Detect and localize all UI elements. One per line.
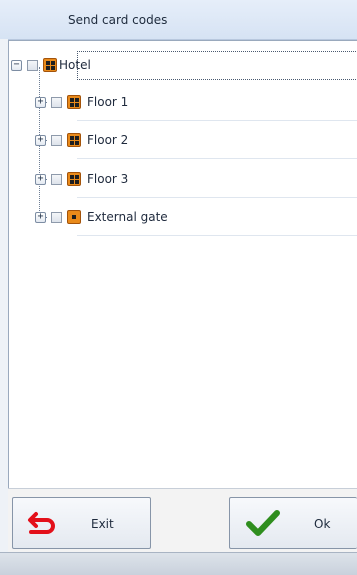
exit-button-label: Exit — [91, 517, 114, 531]
row-divider — [77, 235, 357, 236]
node-checkbox[interactable] — [51, 97, 62, 108]
undo-arrow-icon — [28, 512, 55, 534]
node-checkbox[interactable] — [51, 135, 62, 146]
node-label: Floor 2 — [87, 133, 129, 147]
floor-grid-icon — [43, 58, 57, 72]
ok-button[interactable]: Ok — [229, 497, 357, 549]
collapse-icon[interactable]: − — [11, 60, 22, 71]
exit-button[interactable]: Exit — [12, 497, 151, 549]
floor-grid-icon — [67, 172, 81, 186]
window-left-edge — [0, 39, 8, 552]
gate-square-icon — [67, 210, 81, 224]
button-bar: Exit Ok — [8, 488, 357, 553]
expand-icon[interactable]: + — [35, 97, 46, 108]
node-label: External gate — [87, 210, 168, 224]
tree-node-hotel[interactable]: − Hotel — [9, 47, 357, 84]
tree-node-floor-1[interactable]: + Floor 1 — [9, 84, 357, 121]
node-checkbox[interactable] — [27, 60, 38, 71]
row-divider — [77, 120, 357, 121]
title-bar: Send card codes — [0, 0, 357, 40]
expand-icon[interactable]: + — [35, 135, 46, 146]
node-label: Hotel — [59, 58, 91, 72]
status-bar — [0, 552, 357, 575]
expand-icon[interactable]: + — [35, 174, 46, 185]
node-label: Floor 3 — [87, 172, 129, 186]
expand-icon[interactable]: + — [35, 212, 46, 223]
node-checkbox[interactable] — [51, 212, 62, 223]
tree-node-external-gate[interactable]: + External gate — [9, 199, 357, 236]
window-title: Send card codes — [68, 13, 168, 27]
node-label: Floor 1 — [87, 95, 129, 109]
tree-node-floor-3[interactable]: + Floor 3 — [9, 161, 357, 198]
tree-node-floor-2[interactable]: + Floor 2 — [9, 122, 357, 159]
selected-node-focus-box — [77, 51, 357, 80]
node-checkbox[interactable] — [51, 174, 62, 185]
ok-button-label: Ok — [314, 517, 331, 531]
tree-view[interactable]: − Hotel + Floor 1 + Floor 2 + Floor 3 + … — [8, 40, 357, 489]
row-divider — [77, 197, 357, 198]
floor-grid-icon — [67, 133, 81, 147]
checkmark-icon — [246, 510, 280, 536]
row-divider — [77, 158, 357, 159]
floor-grid-icon — [67, 95, 81, 109]
